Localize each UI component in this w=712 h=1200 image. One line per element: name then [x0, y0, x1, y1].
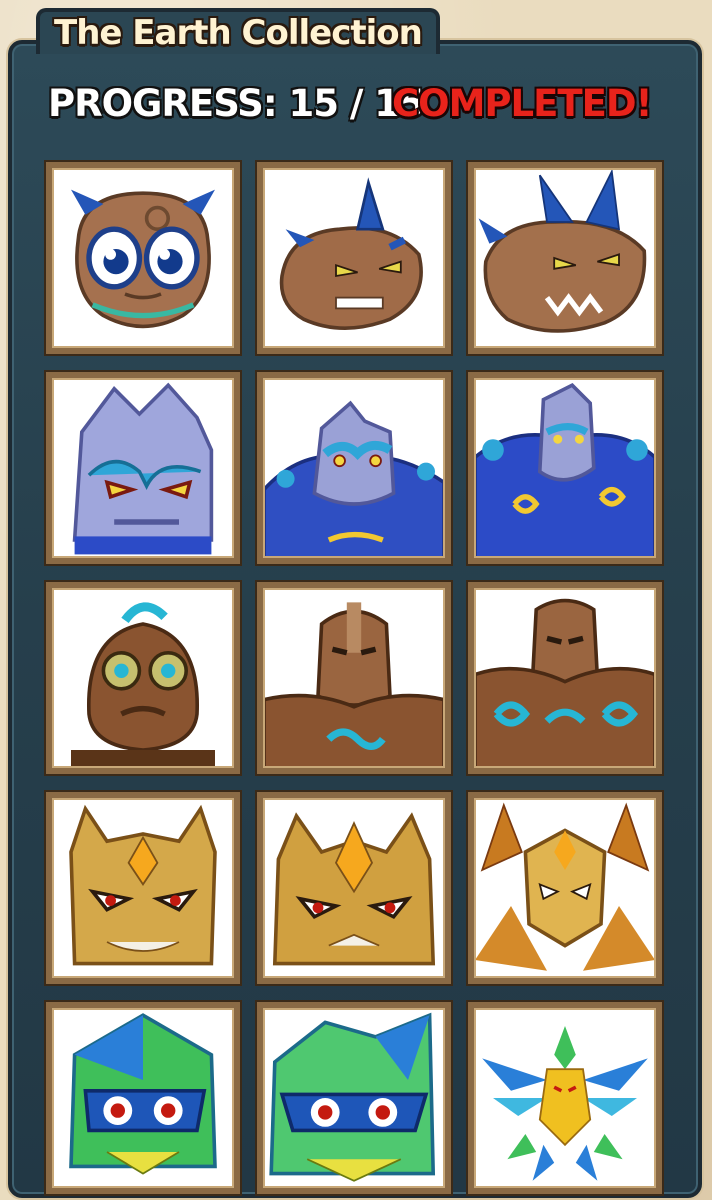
completed-badge: COMPLETED!: [392, 81, 652, 125]
baby-earth-dragon-portrait: [71, 189, 215, 329]
monster-card[interactable]: [466, 1000, 664, 1196]
adult-rock-golem-portrait: [474, 598, 656, 768]
progress-row: PROGRESS: 15 / 15 COMPLETED!: [48, 78, 668, 128]
adult-amber-crystal-portrait: [475, 802, 655, 971]
adult-earth-dragon-portrait: [478, 168, 647, 333]
collection-title-tab: The Earth Collection: [36, 8, 440, 54]
monster-card[interactable]: [466, 370, 664, 566]
young-amber-crystal-portrait: [272, 812, 436, 966]
monster-card[interactable]: [44, 160, 242, 356]
monster-card[interactable]: [466, 790, 664, 986]
adult-stone-golem-portrait: [474, 383, 656, 558]
monster-card[interactable]: [44, 370, 242, 566]
baby-prism-crystal-portrait: [69, 1013, 217, 1175]
young-rock-golem-portrait: [263, 602, 445, 768]
young-earth-dragon-portrait: [279, 177, 423, 330]
monster-card[interactable]: [255, 370, 453, 566]
baby-stone-golem-portrait: [72, 382, 214, 555]
baby-rock-golem-portrait: [71, 602, 215, 768]
monster-grid: [44, 160, 664, 1196]
young-prism-crystal-portrait: [269, 1012, 436, 1182]
monster-card[interactable]: [255, 1000, 453, 1196]
progress-counter: PROGRESS: 15 / 15: [48, 81, 425, 125]
adult-prism-crystal-portrait: [482, 1026, 648, 1181]
monster-card[interactable]: [44, 1000, 242, 1196]
baby-amber-crystal-portrait: [69, 804, 217, 966]
monster-card[interactable]: [44, 790, 242, 986]
monster-card[interactable]: [466, 160, 664, 356]
monster-card[interactable]: [255, 580, 453, 776]
collection-title: The Earth Collection: [54, 13, 423, 53]
monster-card[interactable]: [255, 790, 453, 986]
monster-card[interactable]: [44, 580, 242, 776]
young-stone-golem-portrait: [263, 400, 445, 558]
monster-card[interactable]: [255, 160, 453, 356]
monster-card[interactable]: [466, 580, 664, 776]
